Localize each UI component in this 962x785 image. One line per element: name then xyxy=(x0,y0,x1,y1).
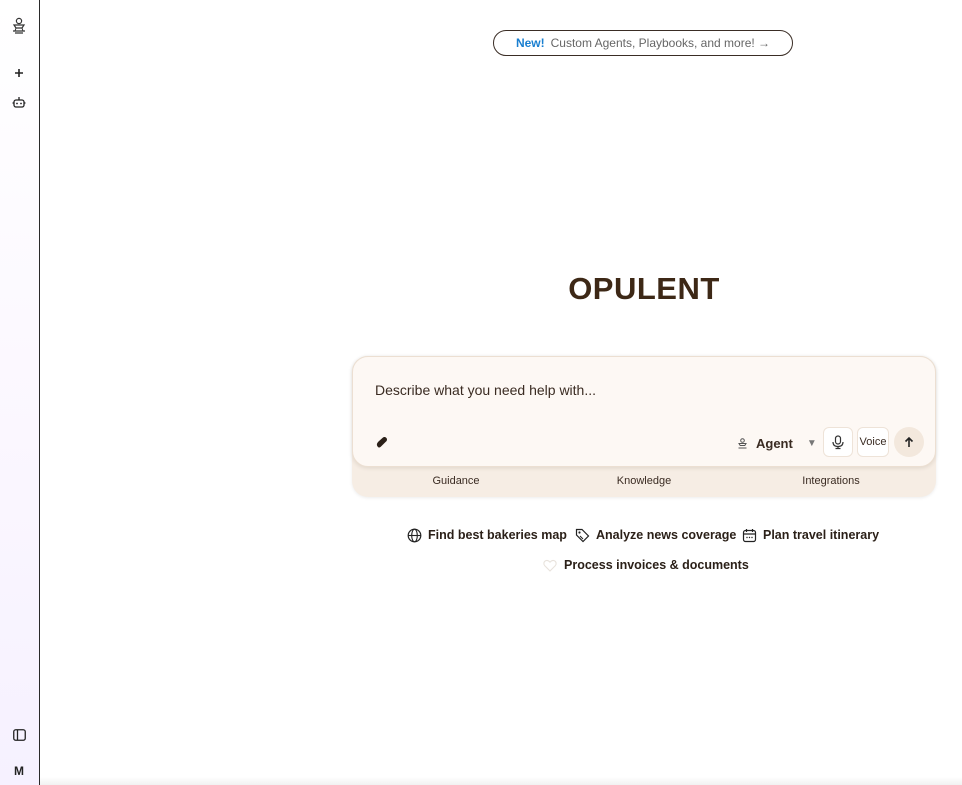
prompt-tabs: Guidance Knowledge Integrations xyxy=(352,467,936,497)
plus-icon xyxy=(15,69,23,77)
avatar[interactable]: M xyxy=(6,760,32,782)
mode-label: Agent xyxy=(756,435,793,451)
tab-guidance[interactable]: Guidance xyxy=(432,475,479,487)
sidebar: M xyxy=(0,0,40,785)
announcement-text: Custom Agents, Playbooks, and more! → xyxy=(550,36,771,50)
robot-icon xyxy=(12,96,26,108)
suggestion-news[interactable]: Analyze news coverage xyxy=(574,525,736,545)
send-button[interactable] xyxy=(894,427,924,457)
sidebar-toggle-icon xyxy=(12,729,26,741)
microphone-icon xyxy=(832,435,844,450)
tab-integrations[interactable]: Integrations xyxy=(802,475,859,487)
prompt-input[interactable] xyxy=(373,379,917,401)
microphone-button[interactable] xyxy=(823,427,853,457)
suggestion-label: Analyze news coverage xyxy=(596,528,737,542)
sidebar-toggle-button[interactable] xyxy=(6,724,32,746)
suggestion-label: Plan travel itinerary xyxy=(763,528,880,542)
suggestion-bakeries[interactable]: Find best bakeries map xyxy=(406,525,567,545)
suggestion-invoices[interactable]: Process invoices & documents xyxy=(542,555,749,575)
brand-title: OPULENT xyxy=(568,271,720,306)
prompt-composer: Agent ▼ Voice Guidance Knowledge Integra… xyxy=(352,356,936,497)
opulent-logo-icon[interactable] xyxy=(6,15,32,37)
chevron-down-icon: ▼ xyxy=(806,437,817,449)
announcement-badge: New! xyxy=(515,36,545,50)
prompt-box: Agent ▼ Voice xyxy=(352,356,936,467)
announcement-pill[interactable]: New! Custom Agents, Playbooks, and more!… xyxy=(493,30,793,56)
heart-icon xyxy=(542,557,558,573)
voice-button[interactable]: Voice xyxy=(857,427,889,457)
attach-button[interactable] xyxy=(373,434,391,452)
tab-knowledge[interactable]: Knowledge xyxy=(617,475,671,487)
calendar-icon xyxy=(741,527,757,543)
new-chat-button[interactable] xyxy=(6,62,32,84)
agent-icon xyxy=(738,437,747,448)
agents-button[interactable] xyxy=(6,91,32,113)
arrow-up-icon xyxy=(904,436,914,447)
globe-icon xyxy=(406,527,422,543)
bottom-fade xyxy=(40,777,962,785)
suggestion-label: Process invoices & documents xyxy=(564,558,749,572)
suggestion-travel[interactable]: Plan travel itinerary xyxy=(741,525,879,545)
paperclip-icon xyxy=(376,436,387,448)
mode-select[interactable]: Agent ▼ xyxy=(737,432,817,454)
suggestion-label: Find best bakeries map xyxy=(428,528,567,542)
tag-icon xyxy=(574,527,590,543)
